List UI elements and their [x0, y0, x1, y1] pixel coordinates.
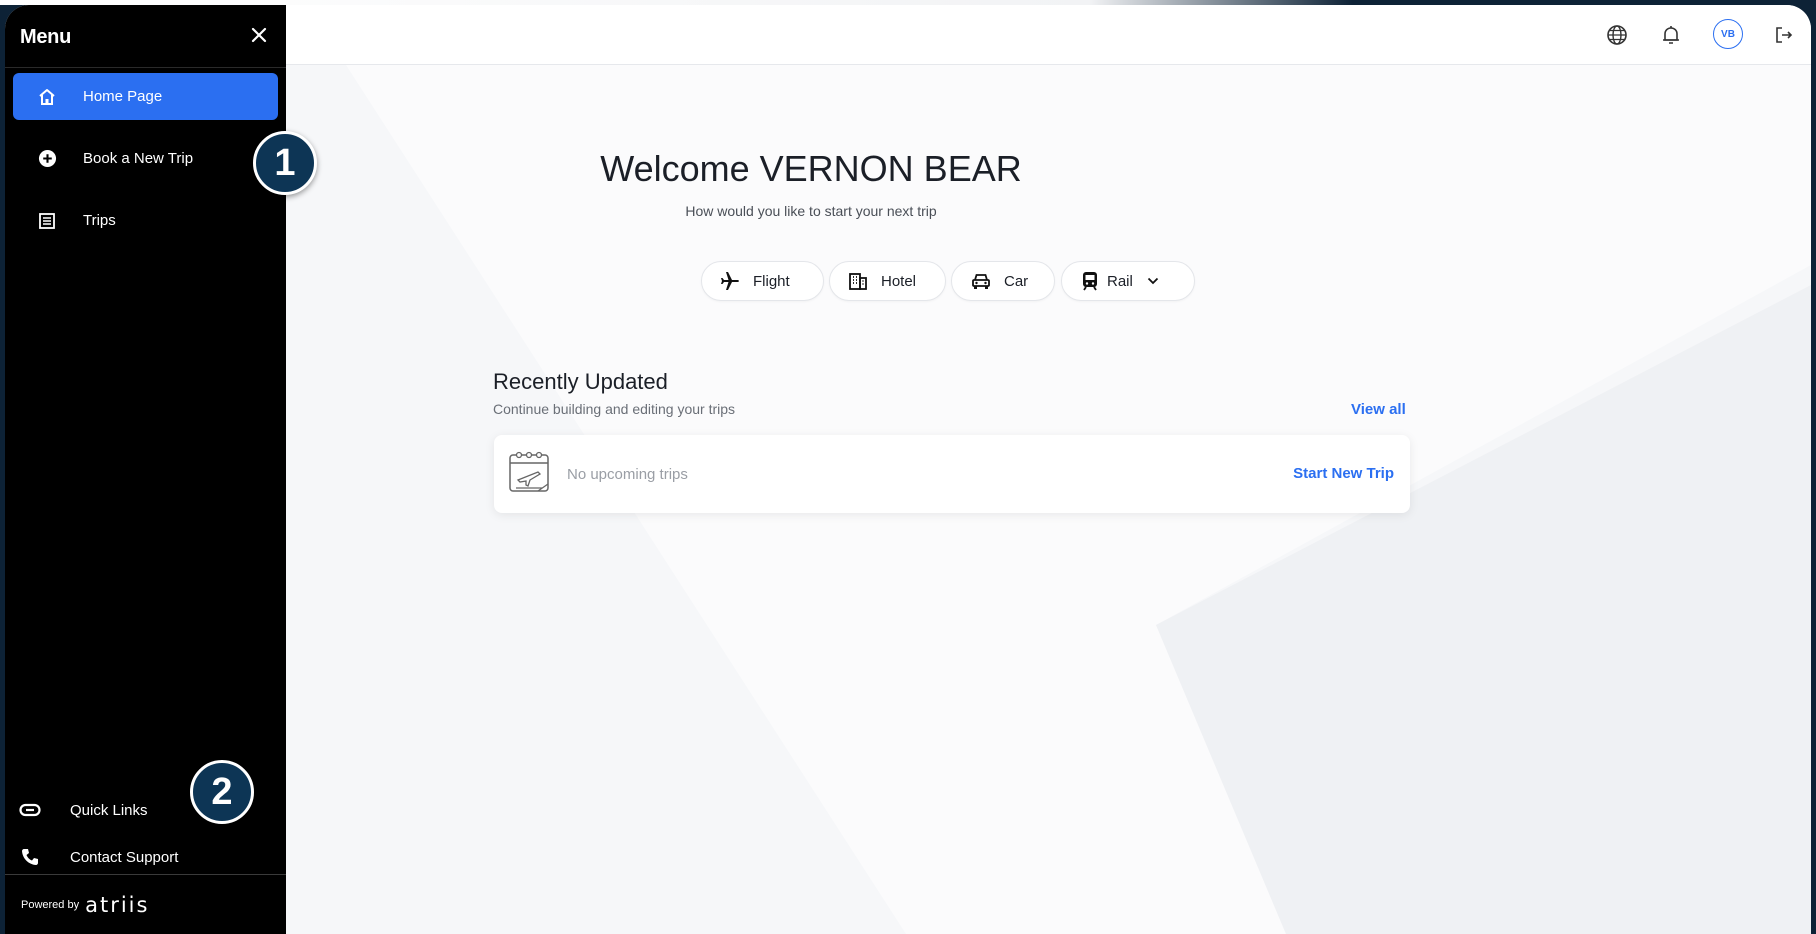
powered-by-footer: Powered by atriis: [5, 874, 286, 934]
train-icon: [1079, 270, 1101, 292]
no-trips-text: No upcoming trips: [567, 466, 688, 483]
chevron-down-icon: [1147, 277, 1159, 285]
globe-icon[interactable]: [1604, 22, 1630, 48]
sidebar-item-label: Book a New Trip: [83, 150, 194, 167]
recently-updated-subtitle: Continue building and editing your trips: [493, 401, 736, 417]
sidebar-item-label: Contact Support: [70, 848, 179, 866]
sidebar-item-label: Home Page: [83, 88, 163, 105]
trip-type-flight-button[interactable]: Flight: [701, 261, 824, 301]
callout-badge-1: 1: [253, 131, 317, 195]
trip-type-label: Car: [1004, 272, 1029, 290]
menu-header: Menu: [5, 5, 286, 68]
avatar[interactable]: VB: [1713, 19, 1743, 49]
callout-badge-2: 2: [190, 760, 254, 824]
view-all-link[interactable]: View all: [1351, 401, 1406, 418]
trips-empty-card: No upcoming trips Start New Trip: [494, 435, 1410, 513]
sidebar-item-label: Trips: [83, 212, 116, 229]
trip-type-rail-dropdown[interactable]: Rail: [1061, 261, 1195, 301]
brand-logo: atriis: [85, 893, 150, 917]
recently-updated-title: Recently Updated: [493, 369, 668, 394]
start-new-trip-link[interactable]: Start New Trip: [1293, 465, 1394, 482]
calendar-flight-icon: [508, 450, 550, 496]
link-icon: [19, 799, 41, 821]
phone-icon: [19, 846, 41, 868]
powered-by-label: Powered by: [21, 899, 80, 911]
welcome-subtitle: How would you like to start your next tr…: [685, 203, 937, 219]
sidebar-item-contact-support[interactable]: Contact Support: [19, 843, 178, 871]
plane-icon: [719, 270, 741, 292]
sidebar-item-label: Quick Links: [70, 801, 148, 819]
sidebar-item-trips[interactable]: Trips: [13, 197, 278, 244]
sidebar-item-book-trip[interactable]: Book a New Trip: [13, 135, 278, 182]
menu-title: Menu: [20, 26, 72, 48]
trip-type-label: Flight: [753, 272, 790, 290]
list-icon: [37, 211, 57, 231]
close-icon[interactable]: [245, 21, 273, 49]
building-icon: [847, 270, 869, 292]
plus-circle-icon: [37, 149, 57, 169]
sidebar-item-home[interactable]: Home Page: [13, 73, 278, 120]
sidebar-item-quick-links[interactable]: Quick Links: [19, 796, 148, 824]
trip-type-hotel-button[interactable]: Hotel: [829, 261, 946, 301]
app-window: Menu Home Page Book a New Trip Trips Qui…: [5, 5, 1811, 934]
home-icon: [37, 87, 57, 107]
car-icon: [970, 270, 992, 292]
trip-type-car-button[interactable]: Car: [951, 261, 1055, 301]
logout-icon[interactable]: [1771, 22, 1797, 48]
welcome-heading: Welcome VERNON BEAR: [600, 148, 1022, 189]
trip-type-label: Hotel: [881, 272, 917, 290]
bell-icon[interactable]: [1658, 22, 1684, 48]
top-header: VB: [286, 5, 1811, 65]
trip-type-label: Rail: [1107, 272, 1133, 290]
